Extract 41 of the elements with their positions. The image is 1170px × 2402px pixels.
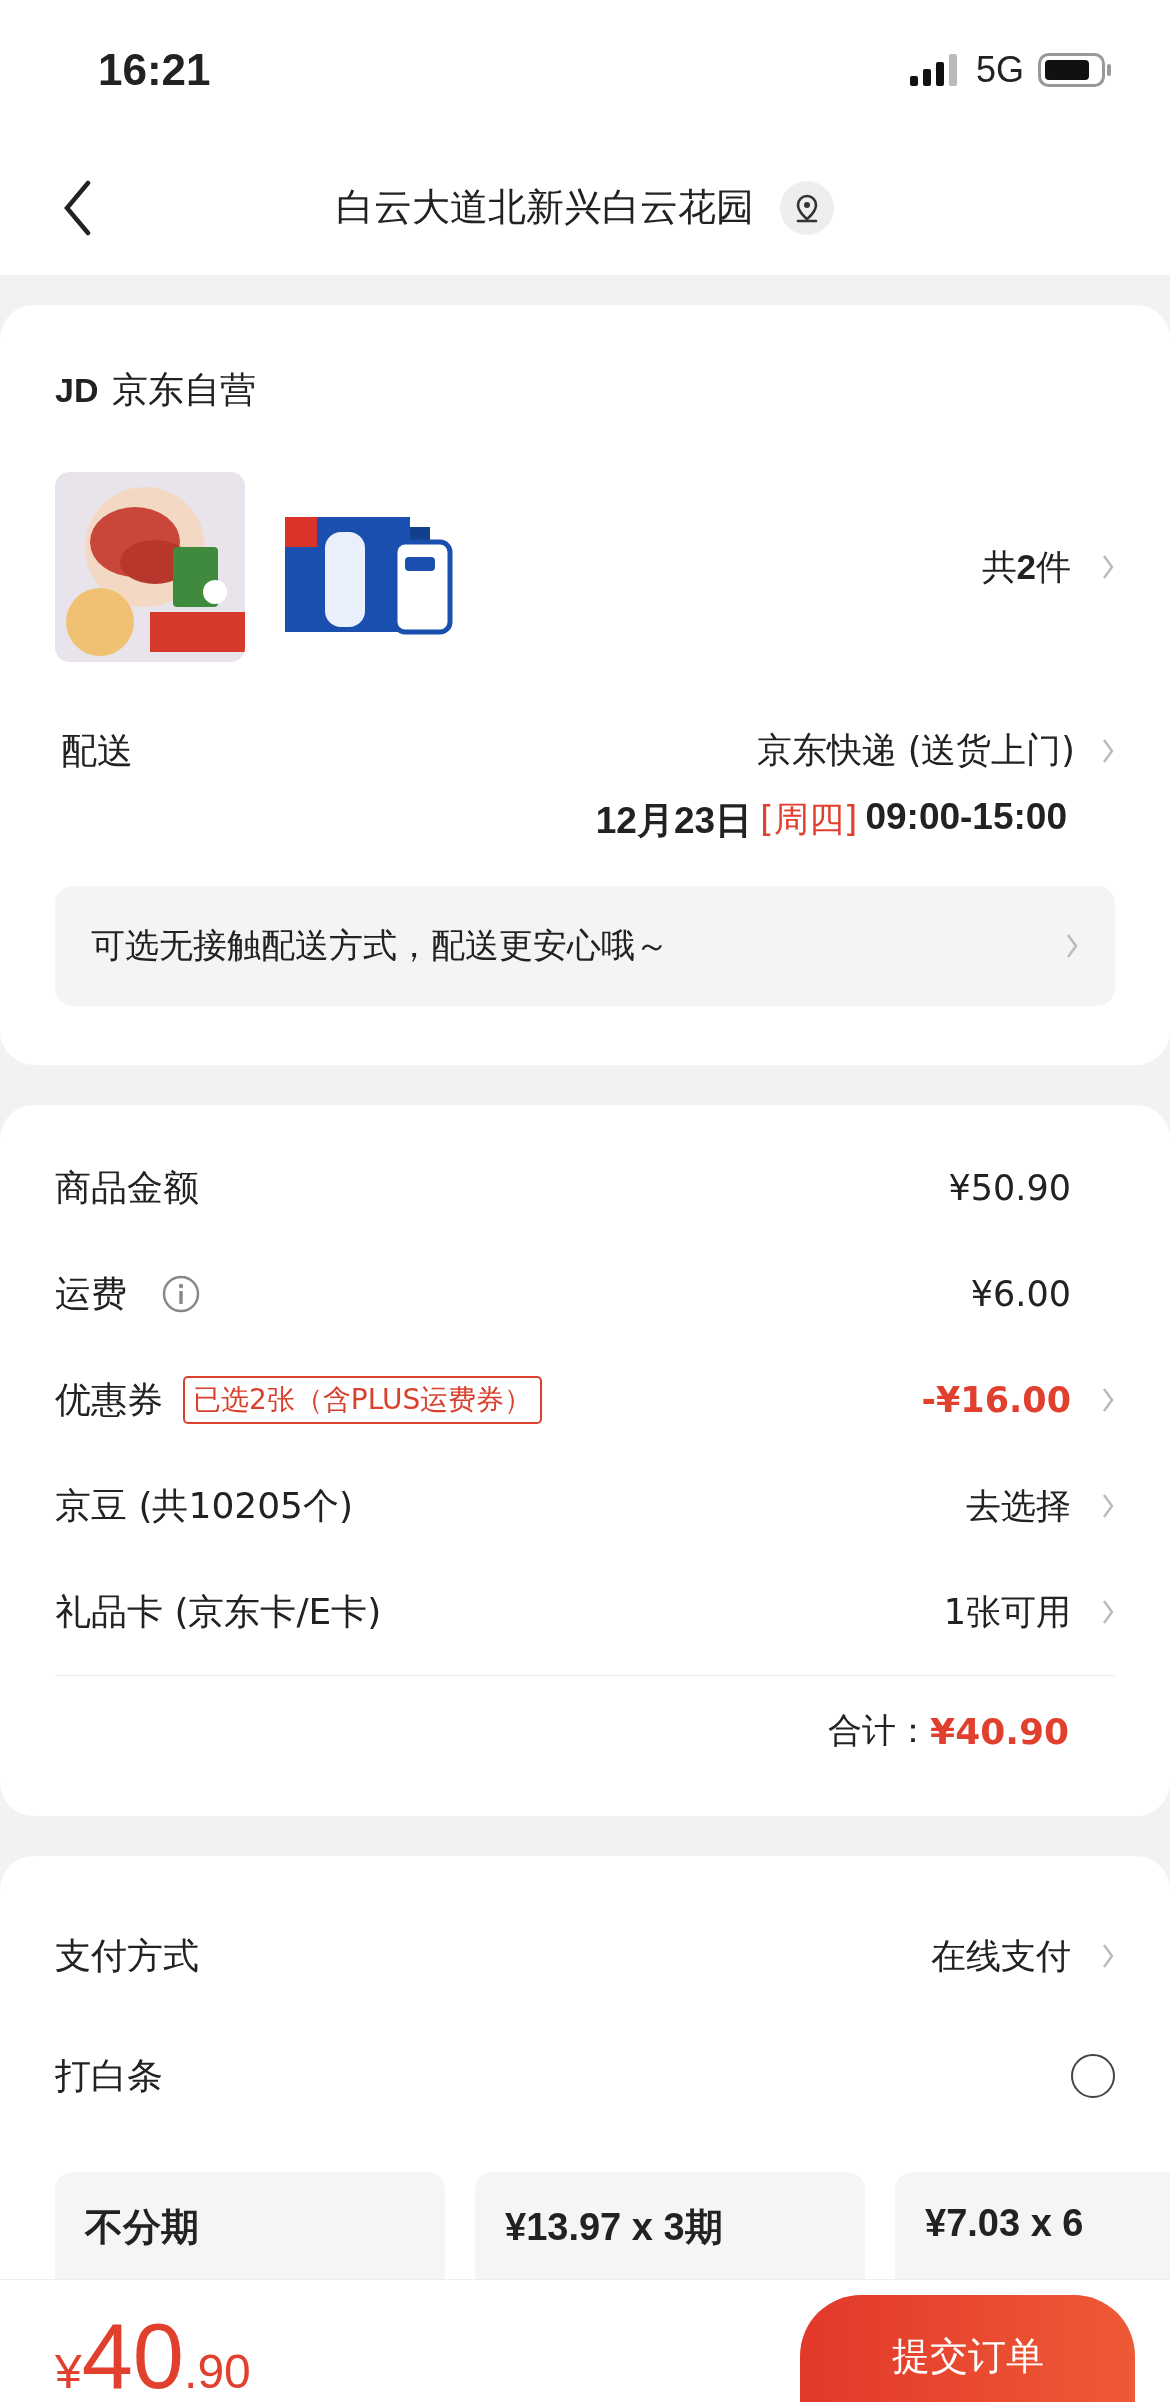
price-value: ¥6.00 xyxy=(970,1274,1071,1314)
total-value: ¥40.90 xyxy=(930,1710,1069,1752)
submit-order-button[interactable]: 提交订单 xyxy=(800,2295,1135,2402)
installment-option[interactable]: ¥7.03 x 6 xyxy=(895,2172,1170,2280)
address-title[interactable]: 白云大道北新兴白云花园 xyxy=(336,182,754,233)
location-icon[interactable] xyxy=(780,180,834,235)
baitiao-radio[interactable] xyxy=(1071,2054,1115,2098)
info-icon[interactable] xyxy=(161,1274,201,1314)
price-value[interactable]: 1张可用 xyxy=(943,1588,1071,1636)
price-value: ¥50.90 xyxy=(948,1168,1071,1208)
baitiao-label: 打白条 xyxy=(55,2053,163,2098)
price-value[interactable]: -¥16.00 xyxy=(921,1380,1071,1420)
installment-option[interactable]: 不分期 xyxy=(55,2172,445,2280)
payment-method[interactable]: 在线支付 xyxy=(931,1932,1071,1980)
installment-option[interactable]: ¥13.97 x 3期 xyxy=(475,2172,865,2280)
chevron-icon xyxy=(1101,1942,1115,1970)
payment-label: 支付方式 xyxy=(55,1933,199,1978)
store-name: 京东自营 xyxy=(112,367,257,412)
store-logo: JD xyxy=(55,370,99,410)
price-value[interactable]: 去选择 xyxy=(966,1482,1071,1530)
price-label: 运费 xyxy=(55,1271,127,1316)
network-label: 5G xyxy=(975,49,1024,91)
price-label: 商品金额 xyxy=(55,1165,199,1210)
chevron-icon xyxy=(1065,932,1079,960)
price-label: 京豆 (共10205个) xyxy=(55,1483,354,1528)
item-count[interactable]: 共2件 xyxy=(981,543,1071,591)
delivery-weekday: [周四] xyxy=(760,798,858,841)
chevron-icon xyxy=(1101,553,1115,581)
delivery-date: 12月23日 xyxy=(595,799,753,843)
contactless-notice[interactable]: 可选无接触配送方式，配送更安心哦～ xyxy=(55,886,1115,1006)
delivery-label: 配送 xyxy=(60,729,133,773)
total-label: 合计： xyxy=(828,1709,931,1752)
delivery-method[interactable]: 京东快递 (送货上门) xyxy=(756,727,1075,774)
price-label: 优惠券 xyxy=(55,1377,163,1422)
price-label: 礼品卡 (京东卡/E卡) xyxy=(55,1589,382,1634)
status-time: 16:21 xyxy=(98,45,211,95)
back-icon[interactable] xyxy=(62,180,92,236)
total-amount: ¥40.90 xyxy=(55,2303,251,2402)
coupon-tag: 已选2张（含PLUS运费券） xyxy=(183,1376,543,1424)
battery-icon xyxy=(1038,53,1112,87)
delivery-time: 09:00-15:00 xyxy=(865,796,1067,839)
